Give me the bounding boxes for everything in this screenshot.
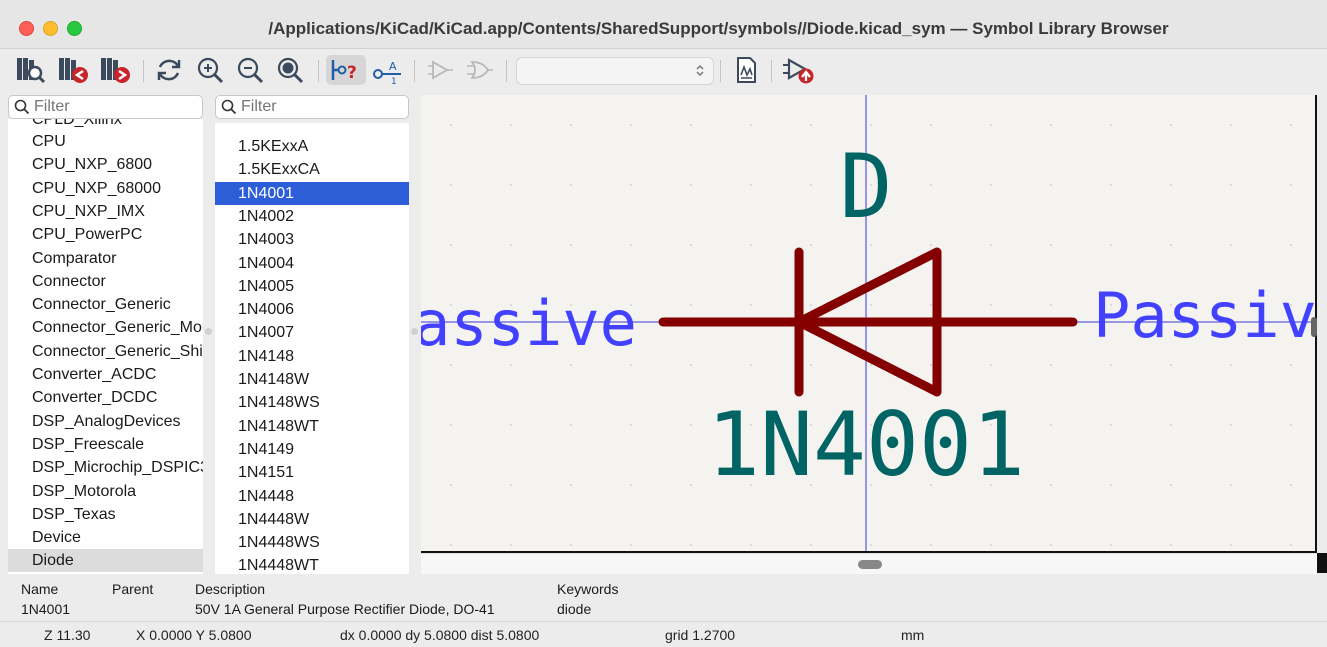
pin-type-right: Passive <box>1093 279 1317 352</box>
svg-text:A: A <box>389 60 397 73</box>
library-item[interactable]: Comparator <box>8 247 203 270</box>
horizontal-scroll-thumb[interactable] <box>858 560 882 569</box>
info-value-keywords: diode <box>557 601 592 617</box>
info-header-name: Name <box>21 581 59 597</box>
symbol-item[interactable]: 1N4001 <box>215 181 409 205</box>
symbol-item[interactable]: 1N4448 <box>215 485 409 508</box>
symbol-value: 1N4001 <box>707 393 1025 496</box>
chevron-up-down-icon <box>696 64 704 77</box>
library-item[interactable]: CPU_NXP_68000 <box>8 177 203 200</box>
library-item[interactable]: DSP_AnalogDevices <box>8 410 203 433</box>
datasheet-icon[interactable] <box>729 55 763 85</box>
symbol-item[interactable]: 1N4148W <box>215 368 409 391</box>
show-pin-numbers-icon[interactable]: A1 <box>370 55 406 85</box>
previous-symbol-icon[interactable] <box>56 55 92 85</box>
library-item[interactable]: Converter_ACDC <box>8 363 203 386</box>
symbol-info-panel: Name Parent Description Keywords 1N4001 … <box>0 575 1327 619</box>
horizontal-scrollbar[interactable] <box>421 553 1317 574</box>
library-item[interactable]: DSP_Motorola <box>8 480 203 503</box>
symbol-item[interactable]: 1N4005 <box>215 275 409 298</box>
library-item[interactable]: DSP_Freescale <box>8 433 203 456</box>
body-style-1-icon[interactable] <box>424 55 456 85</box>
vertical-scroll-thumb[interactable] <box>1311 317 1317 337</box>
toolbar-separator <box>143 60 144 82</box>
library-item[interactable]: Connector <box>8 270 203 293</box>
symbol-item[interactable]: 1N4148WS <box>215 391 409 414</box>
info-value-name: 1N4001 <box>21 601 71 617</box>
symbol-list[interactable]: 1.5KExxA 1.5KExxCA 1N4001 1N4002 1N4003 1N400… <box>215 123 409 574</box>
library-item[interactable]: DSP_Microchip_DSPIC33 <box>8 456 203 479</box>
refresh-icon[interactable] <box>152 55 186 85</box>
title-bar: /Applications/KiCad/KiCad.app/Contents/S… <box>0 0 1327 49</box>
library-list[interactable]: CPLD_Xilinx CPU CPU_NXP_6800 CPU_NXP_68000… <box>8 119 203 574</box>
zoom-fit-icon[interactable] <box>274 55 306 85</box>
symbol-item[interactable]: 1N4448WS <box>215 531 409 554</box>
symbol-item[interactable]: 1.5KExxA <box>215 135 409 158</box>
show-pin-electrical-type-icon[interactable]: ? <box>326 55 366 85</box>
library-item[interactable]: CPU <box>8 130 203 153</box>
zoom-in-icon[interactable] <box>194 55 226 85</box>
symbol-item[interactable]: 1N4006 <box>215 298 409 321</box>
scroll-corner <box>1317 553 1327 573</box>
next-symbol-icon[interactable] <box>98 55 134 85</box>
symbol-item[interactable]: 1N4448WT <box>215 554 409 574</box>
reference-designator: D <box>840 135 893 238</box>
status-cursor-xy: X 0.0000 Y 5.0800 <box>136 627 252 643</box>
unit-selector[interactable] <box>516 57 714 85</box>
symbol-item[interactable]: 1N4003 <box>215 228 409 251</box>
library-filter-input[interactable] <box>34 98 174 116</box>
status-bar: Z 11.30 X 0.0000 Y 5.0800 dx 0.0000 dy 5… <box>0 621 1327 647</box>
library-item[interactable]: Diode <box>8 549 203 573</box>
symbol-item[interactable]: 1N4448W <box>215 508 409 531</box>
symbol-item[interactable]: 1N4004 <box>215 252 409 275</box>
symbol-item[interactable]: 1N4002 <box>215 205 409 228</box>
toolbar-separator <box>414 60 415 82</box>
symbol-item[interactable]: 1N4148 <box>215 345 409 368</box>
status-units: mm <box>901 627 925 643</box>
window-title: /Applications/KiCad/KiCad.app/Contents/S… <box>268 19 1169 38</box>
svg-text:1: 1 <box>391 77 397 85</box>
toolbar-separator <box>771 60 772 82</box>
info-header-description: Description <box>195 581 266 597</box>
splitter-handle[interactable] <box>411 328 418 335</box>
library-browse-icon[interactable] <box>14 55 48 85</box>
status-grid: grid 1.2700 <box>665 627 736 643</box>
symbol-item[interactable]: 1.5KExxCA <box>215 158 409 181</box>
symbol-item[interactable]: 1N4151 <box>215 461 409 484</box>
library-item[interactable]: Device <box>8 526 203 549</box>
zoom-out-icon[interactable] <box>234 55 266 85</box>
library-item[interactable]: Connector_Generic <box>8 293 203 316</box>
info-header-keywords: Keywords <box>557 581 619 597</box>
search-icon <box>14 99 30 115</box>
library-item[interactable]: CPU_PowerPC <box>8 223 203 246</box>
library-item[interactable]: CPU_NXP_6800 <box>8 153 203 176</box>
toolbar-separator <box>318 60 319 82</box>
info-header-parent: Parent <box>112 581 154 597</box>
library-item[interactable]: Connector_Generic_Shielded <box>8 340 203 363</box>
library-item[interactable]: Connector_Generic_MountingPin <box>8 316 203 339</box>
library-item[interactable]: Converter_DCDC <box>8 386 203 409</box>
symbol-filter-box <box>215 95 409 119</box>
library-item[interactable]: DSP_Texas <box>8 503 203 526</box>
body-style-2-icon[interactable] <box>464 55 496 85</box>
search-icon <box>221 99 237 115</box>
status-delta: dx 0.0000 dy 5.0800 dist 5.0800 <box>340 627 540 643</box>
library-filter-box <box>8 95 203 119</box>
symbol-item[interactable]: 1N4149 <box>215 438 409 461</box>
info-value-description: 50V 1A General Purpose Rectifier Diode, … <box>195 601 495 617</box>
symbol-preview-canvas[interactable]: D Passive Passive 1N4001 <box>421 95 1317 553</box>
symbol-item[interactable]: 1N4148WT <box>215 415 409 438</box>
symbol-item[interactable]: 1N4007 <box>215 321 409 344</box>
toolbar-separator <box>506 60 507 82</box>
symbol-preview: D Passive Passive 1N4001 <box>421 95 1317 553</box>
symbol-filter-input[interactable] <box>241 98 381 116</box>
toolbar-separator <box>720 60 721 82</box>
library-item[interactable]: CPU_NXP_IMX <box>8 200 203 223</box>
add-symbol-to-schematic-icon[interactable] <box>780 55 818 85</box>
splitter-handle[interactable] <box>205 328 212 335</box>
pin-type-left: Passive <box>421 287 637 360</box>
svg-text:?: ? <box>347 63 357 83</box>
status-zoom: Z 11.30 <box>44 627 91 643</box>
